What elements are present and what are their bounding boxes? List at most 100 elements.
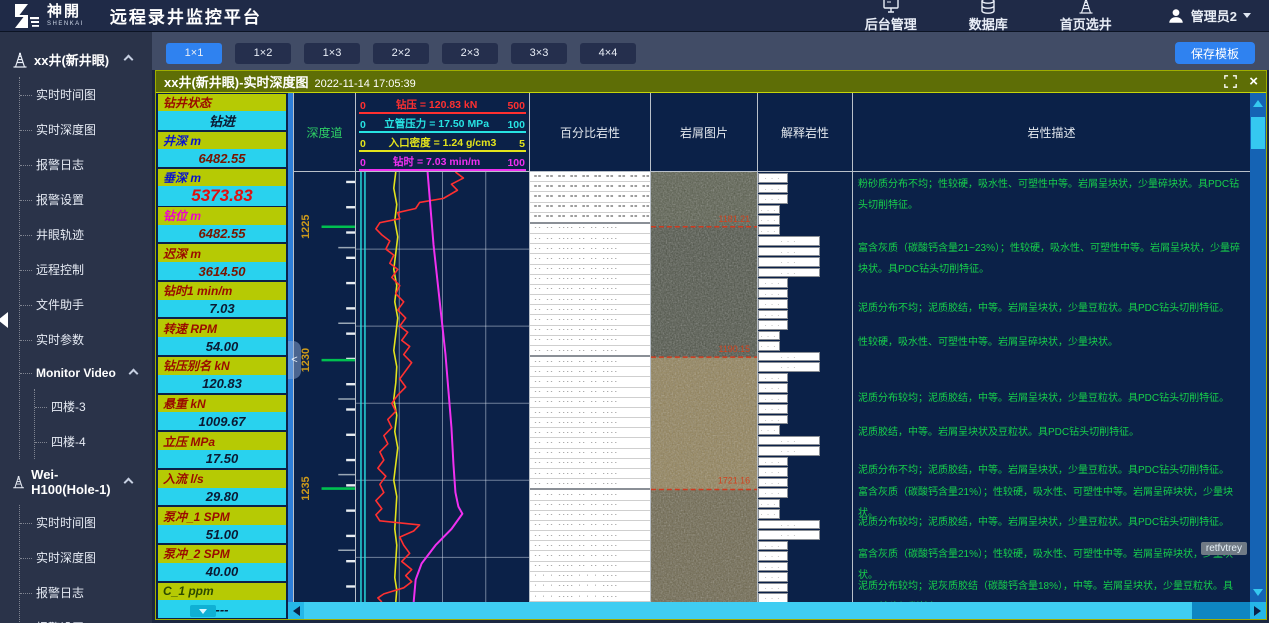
interpreted-lithology-cell: - - - xyxy=(758,446,820,456)
nav-label: 数据库 xyxy=(969,14,1008,33)
expand-icon[interactable] xyxy=(1224,75,1237,88)
sidebar-item[interactable]: 实时时间图 xyxy=(20,505,152,540)
sidebar-item[interactable]: 报警日志 xyxy=(20,575,152,610)
lithology-description-text: 泥质分布较均；泥质胶结，中等。岩屑呈块状，少量豆粒状。具PDC钻头切削特征。 xyxy=(858,388,1246,409)
interpreted-lithology-cell: - - - xyxy=(758,310,788,320)
layout-button-1x2[interactable]: 1×2 xyxy=(235,43,291,64)
parameter-block: 钻时1 min/m7.03 xyxy=(158,282,286,318)
lithology-symbol-row: -- -- ---- -- -- ---- xyxy=(530,438,650,448)
sidebar-item[interactable]: 实时时间图 xyxy=(20,77,152,112)
save-template-button[interactable]: 保存模板 xyxy=(1175,42,1255,64)
layout-button-2x2[interactable]: 2×2 xyxy=(373,43,429,64)
main-area: 1×11×21×32×22×33×34×4 保存模板 xx井(新井眼)-实时深度… xyxy=(152,32,1269,623)
parameter-block: 立压 MPa17.50 xyxy=(158,432,286,468)
sidebar-item[interactable]: 实时深度图 xyxy=(20,540,152,575)
lithology-symbol-row: · · · ---- · · · ---- xyxy=(530,582,650,592)
chevron-up-icon xyxy=(128,368,138,378)
lithology-symbol-row: -- -- ---- -- -- ---- xyxy=(530,275,650,285)
param-value: 54.00 xyxy=(158,337,286,355)
lithology-symbol-row: · · · ---- · · · ---- xyxy=(530,572,650,582)
svg-text:1190.15: 1190.15 xyxy=(719,344,751,354)
nav-derrick-item[interactable]: 首页选井 xyxy=(1060,0,1112,33)
interpreted-lithology-cell: - - - xyxy=(758,572,788,582)
interpreted-lithology-cell: - - - xyxy=(758,236,820,246)
interpreted-lithology-cell: - - - xyxy=(758,415,788,425)
param-label: 迟深 m xyxy=(158,244,286,262)
vertical-scrollbar[interactable] xyxy=(1250,93,1266,602)
close-icon[interactable]: × xyxy=(1249,74,1258,89)
parameter-block: 钻压别名 kN120.83 xyxy=(158,357,286,393)
lithology-symbol-row: -- -- ---- -- -- ---- xyxy=(530,408,650,418)
interpreted-lithology-cell: - - - xyxy=(758,184,788,194)
horizontal-scrollbar[interactable] xyxy=(288,602,1266,619)
user-name: 管理员2 xyxy=(1191,6,1237,25)
param-label: 泵冲_1 SPM xyxy=(158,507,286,525)
lithology-description-text: 粉砂质分布不均；性较硬，吸水性、可塑性中等。岩屑呈块状，少量碎块状。具PDC钻头… xyxy=(858,174,1246,216)
scroll-up-icon[interactable] xyxy=(1250,95,1266,110)
param-value: 钻进 xyxy=(158,111,286,130)
lithology-symbol-row: == == == == == == == == == == xyxy=(530,172,650,182)
cuttings-photo-track: 1181.211190.151721.16 xyxy=(651,172,757,602)
parameter-block: 井深 m6482.55 xyxy=(158,132,286,168)
sidebar-item[interactable]: 井眼轨迹 xyxy=(20,217,152,252)
logo-mark xyxy=(12,3,40,29)
interpreted-lithology-cell: - - - xyxy=(758,562,788,572)
curve-headers: 0钻压 = 120.83 kN5000立管压力 = 17.50 MPa1000入… xyxy=(356,93,529,172)
scroll-right-icon[interactable] xyxy=(1250,602,1266,619)
sidebar-item[interactable]: 远程控制 xyxy=(20,252,152,287)
cuttings-photo-header: 岩屑图片 xyxy=(651,93,757,172)
sidebar-well-1[interactable]: Wei-H100(Hole-1) xyxy=(12,459,152,505)
param-label: 钻压别名 kN xyxy=(158,357,286,375)
layout-button-1x3[interactable]: 1×3 xyxy=(304,43,360,64)
layout-button-1x1[interactable]: 1×1 xyxy=(166,43,222,64)
chart-collapse-handle[interactable] xyxy=(288,341,301,379)
sidebar-item[interactable]: 实时深度图 xyxy=(20,112,152,147)
nav-monitor-item[interactable]: 后台管理 xyxy=(865,0,917,33)
sidebar-item[interactable]: 四楼-4 xyxy=(35,424,152,459)
param-value: 40.00 xyxy=(158,563,286,581)
interpreted-lithology-cell: - - - xyxy=(758,499,780,509)
nav-database-item[interactable]: 数据库 xyxy=(969,0,1008,33)
lithology-symbol-row: -- -- ---- -- -- ---- xyxy=(530,305,650,315)
layout-button-3x3[interactable]: 3×3 xyxy=(511,43,567,64)
interpreted-lithology-cell: - - - xyxy=(758,331,780,341)
horizontal-scroll-thumb[interactable] xyxy=(304,602,1192,619)
panel-body: 钻井状态钻进井深 m6482.55垂深 m5373.83钻位 m6482.55迟… xyxy=(156,93,1266,619)
lithology-symbol-row: -- -- ---- -- -- ---- xyxy=(530,357,650,367)
interpreted-lithology-column: 解释岩性 - - -- - -- - -- - -- - -- - -- - -… xyxy=(758,93,853,602)
lithology-symbol-row: -- -- ---- -- -- ---- xyxy=(530,490,650,500)
lithology-symbol-row: -- -- ---- -- -- ---- xyxy=(530,521,650,531)
derrick-icon xyxy=(12,474,25,490)
layout-button-4x4[interactable]: 4×4 xyxy=(580,43,636,64)
lithology-symbol-row: -- -- ---- -- -- ---- xyxy=(530,285,650,295)
sidebar-item[interactable]: 报警日志 xyxy=(20,147,152,182)
sidebar-item[interactable]: 报警设置 xyxy=(20,182,152,217)
sidebar-item[interactable]: 实时参数 xyxy=(20,322,152,357)
nav-label: 首页选井 xyxy=(1060,14,1112,33)
layout-button-2x3[interactable]: 2×3 xyxy=(442,43,498,64)
lithology-symbol-row: -- -- ---- -- -- ---- xyxy=(530,562,650,572)
parameter-panel: 钻井状态钻进井深 m6482.55垂深 m5373.83钻位 m6482.55迟… xyxy=(156,93,288,619)
vertical-scroll-thumb[interactable] xyxy=(1251,117,1265,149)
lithology-description-text: 泥质分布较均；泥灰质胶结（碳酸钙含量18%），中等。岩屑呈块状，少量豆粒状。具P… xyxy=(858,576,1246,602)
interpreted-lithology-cell: - - - xyxy=(758,194,788,204)
lithology-symbol-row: -- -- ---- -- -- ---- xyxy=(530,551,650,561)
param-value: 5373.83 xyxy=(158,186,286,206)
sidebar-item[interactable]: 四楼-3 xyxy=(35,389,152,424)
sidebar-collapse-handle[interactable] xyxy=(0,312,8,328)
percent-lithology-column: 百分比岩性 == == == == == == == == == ==== ==… xyxy=(530,93,651,602)
user-menu[interactable]: 管理员2 xyxy=(1167,6,1251,25)
lithology-description-column: 岩性描述 粉砂质分布不均；性较硬，吸水性、可塑性中等。岩屑呈块状，少量碎块状。具… xyxy=(853,93,1250,602)
depth-axis: 122512301235 xyxy=(294,172,355,602)
sidebar-group-monitor-video[interactable]: Monitor Video xyxy=(20,357,152,389)
tooltip: retfvtrey xyxy=(1201,542,1247,555)
scroll-left-icon[interactable] xyxy=(288,602,304,619)
sidebar-well-0[interactable]: xx井(新井眼) xyxy=(12,42,152,77)
sidebar-item[interactable]: 报警设置 xyxy=(20,610,152,623)
chevron-up-icon xyxy=(124,477,134,487)
curve-header-立管压力: 0立管压力 = 17.50 MPa100 xyxy=(359,115,526,133)
scroll-down-icon[interactable] xyxy=(1250,585,1266,600)
param-dropdown[interactable] xyxy=(190,605,216,617)
sidebar-item[interactable]: 文件助手 xyxy=(20,287,152,322)
lithology-description-text: 泥质胶结，中等。岩屑呈块状及豆粒状。具PDC钻头切削特征。 xyxy=(858,422,1246,443)
